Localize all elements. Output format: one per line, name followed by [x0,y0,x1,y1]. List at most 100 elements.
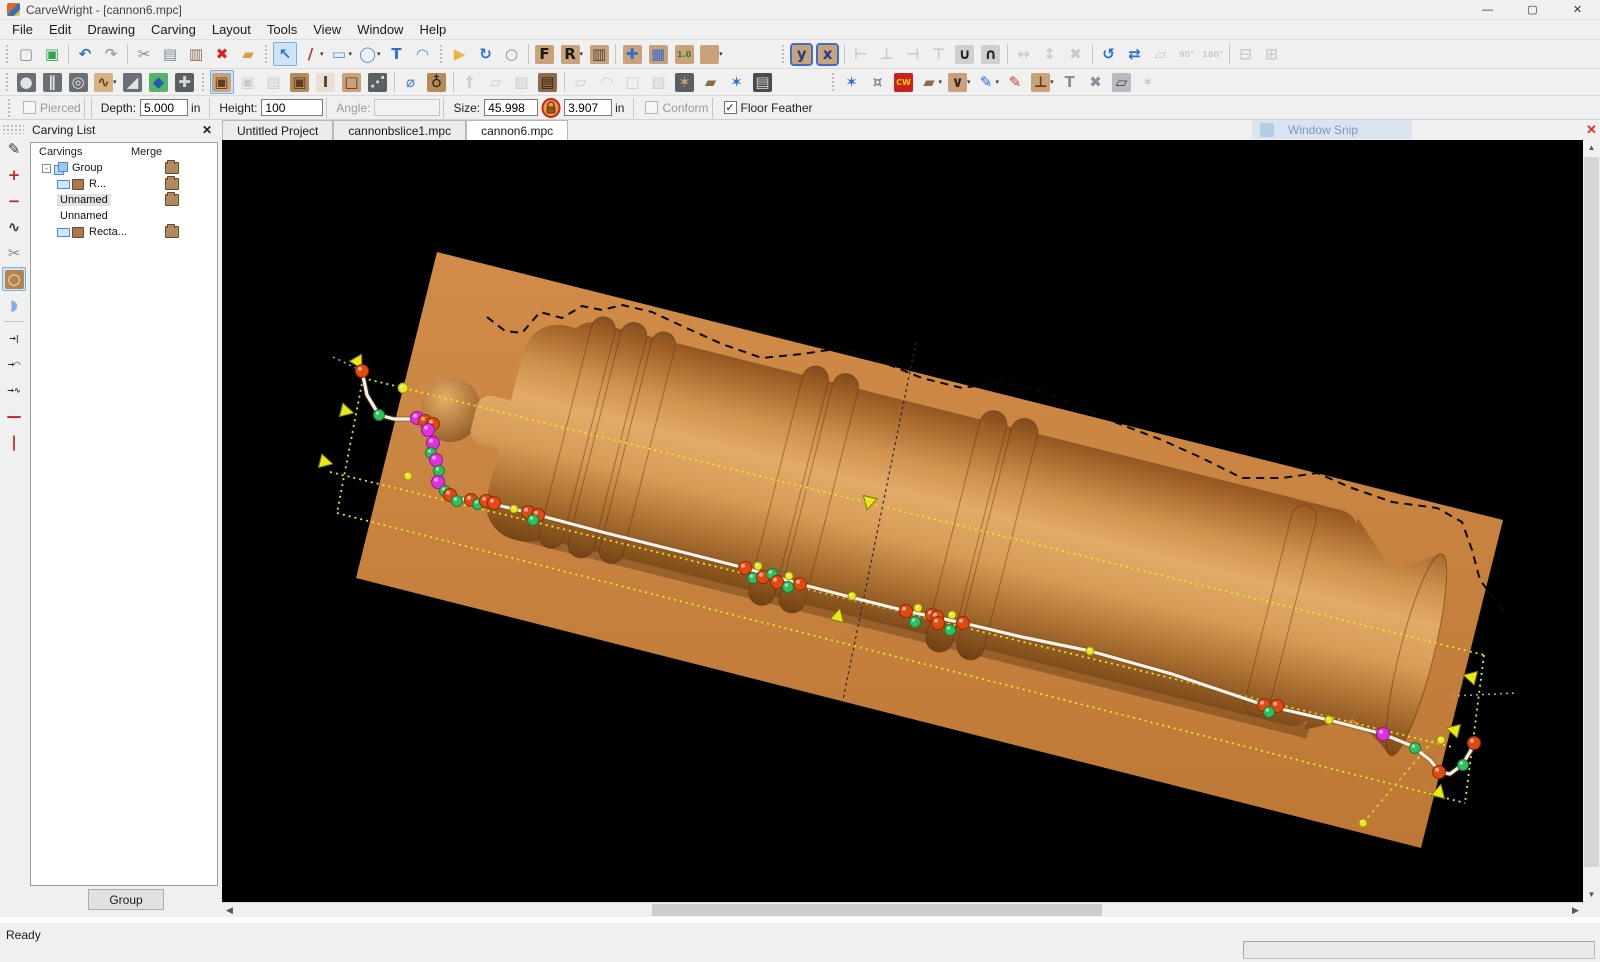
delete-button[interactable]: ✖ [210,42,234,66]
feather-refresh-button[interactable]: ✎ [1003,70,1027,94]
dropdown-arrow-icon[interactable]: ▾ [939,78,943,86]
zoom-view-button[interactable]: ○ [500,42,524,66]
board-plain-button[interactable]: ▾ [698,42,725,66]
control-point[interactable] [488,497,501,510]
keyhole-tool-button[interactable]: ♁ [425,70,449,94]
control-point[interactable] [945,625,956,636]
spline-cut-button[interactable]: ✂ [2,241,26,265]
spline-remove-point-button[interactable]: − [2,189,26,213]
board-depth-button[interactable]: 1.0 [672,42,696,66]
drill-tool-button[interactable]: ⌀ [399,70,423,94]
select-arrow-button[interactable]: ↖ [273,42,297,66]
dropdown-arrow-icon[interactable]: ▾ [377,50,381,58]
pinwheel-tool-button[interactable]: ✶ [725,70,749,94]
front-view-button[interactable]: F [533,42,557,66]
tree-row-group[interactable]: -Group [31,160,217,176]
tree-expander-icon[interactable]: - [42,164,51,173]
board-grid-button[interactable]: ▦ [646,42,670,66]
control-point[interactable] [1264,707,1275,718]
control-point[interactable] [754,562,762,570]
minimize-button[interactable]: — [1465,0,1510,20]
spline-offset-button[interactable]: ○ [2,267,26,291]
dropdown-arrow-icon[interactable]: ▾ [719,50,723,58]
merge-union-button[interactable]: ∪ [953,42,977,66]
tree-row-unnamed[interactable]: Unnamed [31,208,217,224]
control-point[interactable] [848,592,856,600]
control-point[interactable] [1359,819,1367,827]
control-point[interactable] [910,617,921,628]
rotate-view-button[interactable]: ↻ [474,42,498,66]
scroll-left-icon[interactable]: ◀ [222,903,237,917]
pattern-folder-2-button[interactable]: ▰▾ [918,70,945,94]
menu-tools[interactable]: Tools [259,20,305,39]
dropdown-arrow-icon[interactable]: ▾ [580,50,584,58]
control-point[interactable] [528,515,539,526]
break-tool-button[interactable]: ✖ [1084,70,1108,94]
panel-grip[interactable] [2,124,24,134]
toolbar-grip[interactable] [439,44,444,64]
center-y-button[interactable]: y [790,42,814,66]
segment-curve-button[interactable]: →∿ [2,378,26,402]
menu-layout[interactable]: Layout [204,20,259,39]
viewport-canvas[interactable] [222,140,1583,902]
depth-input[interactable] [140,99,188,116]
tilt-text-tool-button[interactable]: T [1058,70,1082,94]
control-point[interactable] [1433,766,1446,779]
dropdown-arrow-icon[interactable]: ▾ [320,50,324,58]
dropdown-arrow-icon[interactable]: ▾ [349,50,353,58]
dropdown-arrow-icon[interactable]: ▾ [996,78,1000,86]
control-point[interactable] [1468,737,1481,750]
emboss-tool-button[interactable]: ▣ [288,70,312,94]
board-crosshair-button[interactable]: ✚ [620,42,644,66]
spline-add-point-button[interactable]: + [2,163,26,187]
pattern-folder-button[interactable]: ▰ [699,70,723,94]
tab-cannonbslice1-mpc[interactable]: cannonbslice1.mpc [333,120,466,140]
size-width-input[interactable] [484,99,538,116]
draw-rectangle-button[interactable]: ▭▾ [328,42,355,66]
control-point[interactable] [1410,743,1421,754]
segment-horizontal-button[interactable]: — [2,404,26,428]
draw-circle-button[interactable]: ◯▾ [356,42,383,66]
rotate-ccw-button[interactable]: ↺ [1097,42,1121,66]
tab-untitled-project[interactable]: Untitled Project [222,120,333,140]
menu-carving[interactable]: Carving [143,20,204,39]
selection-handle-triangle[interactable] [318,454,334,471]
open-button[interactable]: ▰ [236,42,260,66]
selection-handle-triangle[interactable] [339,403,355,420]
distort-tool-button[interactable]: ▱ [1110,70,1134,94]
spiral-tool-button[interactable]: ◎ [66,70,90,94]
rear-view-button[interactable]: R▾ [559,42,586,66]
menu-view[interactable]: View [305,20,349,39]
carve-region-button[interactable]: ▣ [210,70,234,94]
control-point[interactable] [783,582,794,593]
pan-view-button[interactable]: ▶ [448,42,472,66]
carving-list-close-icon[interactable]: ✕ [202,123,212,137]
size-lock-icon[interactable] [541,98,561,118]
menu-drawing[interactable]: Drawing [79,20,143,39]
toolbar-grip[interactable] [5,44,10,64]
outline-tool-button[interactable]: □ [340,70,364,94]
close-button[interactable]: ✕ [1555,0,1600,20]
control-point[interactable] [1377,728,1390,741]
flute-tool-button[interactable]: ∥ [40,70,64,94]
segment-line-button[interactable]: →| [2,326,26,350]
dome-tool-button[interactable]: ● [14,70,38,94]
vertical-scrollbar[interactable] [1583,155,1600,887]
control-point[interactable] [430,454,443,467]
pierced-checkbox[interactable] [23,101,36,114]
control-point[interactable] [785,572,793,580]
menu-edit[interactable]: Edit [41,20,79,39]
needles-tool-button[interactable]: ⋰ [366,70,390,94]
control-point[interactable] [404,472,412,480]
dropdown-arrow-icon[interactable]: ▾ [1050,78,1054,86]
toolbar-grip[interactable] [831,72,836,92]
crosshair-tool-button[interactable]: ✚ [173,70,197,94]
center-x-button[interactable]: x [816,42,840,66]
spline-smooth-button[interactable]: ∿ [2,215,26,239]
control-point[interactable] [356,365,369,378]
horizontal-scroll-thumb[interactable] [652,904,1102,916]
texture-tool-button[interactable]: ∿▾ [92,70,119,94]
height-input[interactable] [261,99,323,116]
spline-draw-button[interactable]: ✎ [2,137,26,161]
segment-arc-button[interactable]: →◠ [2,352,26,376]
